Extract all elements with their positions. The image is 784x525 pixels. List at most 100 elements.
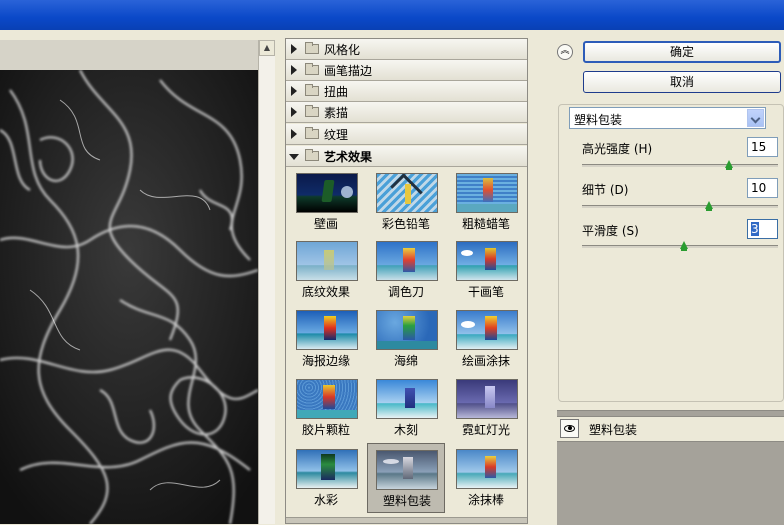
- thumb-image: [296, 241, 358, 281]
- filter-thumb-dry-brush[interactable]: 干画笔: [450, 237, 522, 301]
- category-label: 扭曲: [324, 85, 349, 99]
- thumb-caption: 彩色铅笔: [381, 217, 430, 231]
- highlight-strength-value: 15: [751, 140, 767, 154]
- smoothness-label: 平滑度 (S): [582, 224, 639, 238]
- thumb-image: [296, 310, 358, 350]
- thumb-image: [296, 379, 358, 419]
- collapse-triangle-icon: [289, 154, 299, 160]
- gallery-scroll-edge: [286, 517, 527, 523]
- category-texture[interactable]: 纹理: [286, 124, 527, 145]
- thumb-image: [296, 449, 358, 489]
- smoothness-input[interactable]: 3: [747, 219, 778, 239]
- filter-thumb-plastic-wrap[interactable]: 塑料包装: [367, 443, 445, 513]
- expand-triangle-icon: [291, 44, 297, 54]
- filter-gallery: 风格化 画笔描边 扭曲 素描 纹理 艺术效果 壁画 彩色铅笔 粗糙蜡笔 底纹效果…: [285, 38, 528, 524]
- category-distort[interactable]: 扭曲: [286, 81, 527, 102]
- detail-label: 细节 (D): [582, 183, 629, 197]
- thumb-caption: 霓虹灯光: [461, 423, 510, 437]
- thumb-caption: 底纹效果: [301, 285, 350, 299]
- filter-select-value: 塑料包装: [574, 113, 623, 127]
- category-label: 纹理: [324, 128, 349, 142]
- detail-slider[interactable]: [582, 201, 778, 211]
- filter-thumb-neon-glow[interactable]: 霓虹灯光: [450, 375, 522, 439]
- thumb-caption: 涂抹棒: [467, 493, 504, 507]
- filter-select[interactable]: 塑料包装: [569, 107, 766, 129]
- category-label: 风格化: [324, 43, 361, 57]
- thumb-image: [296, 173, 358, 213]
- expand-triangle-icon: [291, 129, 297, 139]
- smoothness-slider[interactable]: [582, 241, 778, 251]
- filter-thumb-cutout[interactable]: 木刻: [370, 375, 442, 439]
- preview-header: [0, 40, 258, 71]
- thumb-caption: 干画笔: [467, 285, 504, 299]
- slider-knob-icon[interactable]: [679, 241, 688, 251]
- category-label: 素描: [324, 106, 349, 120]
- thumb-caption: 调色刀: [387, 285, 424, 299]
- folder-icon: [305, 84, 319, 96]
- thumb-caption: 壁画: [313, 217, 338, 231]
- thumb-caption: 木刻: [393, 423, 418, 437]
- thumb-image: [376, 379, 438, 419]
- effect-layer-row[interactable]: 塑料包装: [557, 416, 784, 442]
- highlight-strength-slider[interactable]: [582, 160, 778, 170]
- highlight-strength-label: 高光强度 (H): [582, 142, 653, 156]
- slider-knob-icon[interactable]: [725, 160, 733, 170]
- thumb-image: [456, 310, 518, 350]
- thumb-image: [376, 310, 438, 350]
- thumb-image: [456, 173, 518, 213]
- thumb-image: [376, 450, 438, 490]
- detail-value: 10: [751, 181, 767, 195]
- category-label: 画笔描边: [324, 64, 373, 78]
- filter-thumb-watercolor[interactable]: 水彩: [290, 445, 362, 509]
- thumb-image: [376, 173, 438, 213]
- category-stylize[interactable]: 风格化: [286, 39, 527, 60]
- slider-knob-icon[interactable]: [705, 201, 714, 211]
- window-titlebar: [0, 0, 784, 31]
- filter-thumb-underpainting[interactable]: 底纹效果: [290, 237, 362, 301]
- thumb-image: [456, 241, 518, 281]
- thumb-image: [456, 449, 518, 489]
- filter-thumb-fresco[interactable]: 壁画: [290, 169, 362, 233]
- double-chevron-up-icon[interactable]: ︽: [557, 44, 573, 60]
- folder-open-icon: [305, 149, 319, 161]
- eye-icon[interactable]: [560, 419, 579, 438]
- thumb-caption: 绘画涂抹: [461, 354, 510, 368]
- expand-triangle-icon: [291, 86, 297, 96]
- filter-thumb-poster-edges[interactable]: 海报边缘: [290, 306, 362, 370]
- filter-thumbnails: 壁画 彩色铅笔 粗糙蜡笔 底纹效果 调色刀 干画笔 海报边缘 海绵 绘画涂抹 胶…: [286, 167, 527, 523]
- category-sketch[interactable]: 素描: [286, 102, 527, 123]
- preview-canvas[interactable]: [0, 69, 258, 524]
- thumb-caption: 海报边缘: [301, 354, 350, 368]
- preview-area: [0, 40, 258, 524]
- thumb-caption: 粗糙蜡笔: [461, 217, 510, 231]
- thumb-image: [376, 241, 438, 281]
- highlight-strength-input[interactable]: 15: [747, 137, 778, 157]
- scroll-up-icon[interactable]: ▲: [259, 40, 275, 56]
- filter-thumb-rough-pastels[interactable]: 粗糙蜡笔: [450, 169, 522, 233]
- ok-button[interactable]: 确定: [583, 41, 781, 63]
- folder-icon: [305, 127, 319, 139]
- category-label: 艺术效果: [324, 150, 373, 164]
- effect-layer-label: 塑料包装: [589, 423, 638, 437]
- chevron-down-icon[interactable]: [747, 109, 764, 127]
- plastic-wrap-preview-image: [0, 69, 258, 524]
- cancel-button[interactable]: 取消: [583, 71, 781, 93]
- category-brush-strokes[interactable]: 画笔描边: [286, 60, 527, 81]
- preview-scrollbar[interactable]: ▲: [258, 40, 275, 524]
- thumb-caption: 水彩: [313, 493, 338, 507]
- folder-icon: [305, 42, 319, 54]
- filter-thumb-sponge[interactable]: 海绵: [370, 306, 442, 370]
- folder-icon: [305, 63, 319, 75]
- filter-thumb-smudge-stick[interactable]: 涂抹棒: [450, 445, 522, 509]
- filter-thumb-paint-daubs[interactable]: 绘画涂抹: [450, 306, 522, 370]
- thumb-caption: 海绵: [393, 354, 418, 368]
- filter-thumb-film-grain[interactable]: 胶片颗粒: [290, 375, 362, 439]
- thumb-caption: 胶片颗粒: [301, 423, 350, 437]
- filter-thumb-colored-pencil[interactable]: 彩色铅笔: [370, 169, 442, 233]
- thumb-image: [456, 379, 518, 419]
- detail-input[interactable]: 10: [747, 178, 778, 198]
- filter-thumb-palette-knife[interactable]: 调色刀: [370, 237, 442, 301]
- smoothness-value: 3: [751, 222, 759, 236]
- expand-triangle-icon: [291, 107, 297, 117]
- category-artistic[interactable]: 艺术效果: [286, 146, 527, 167]
